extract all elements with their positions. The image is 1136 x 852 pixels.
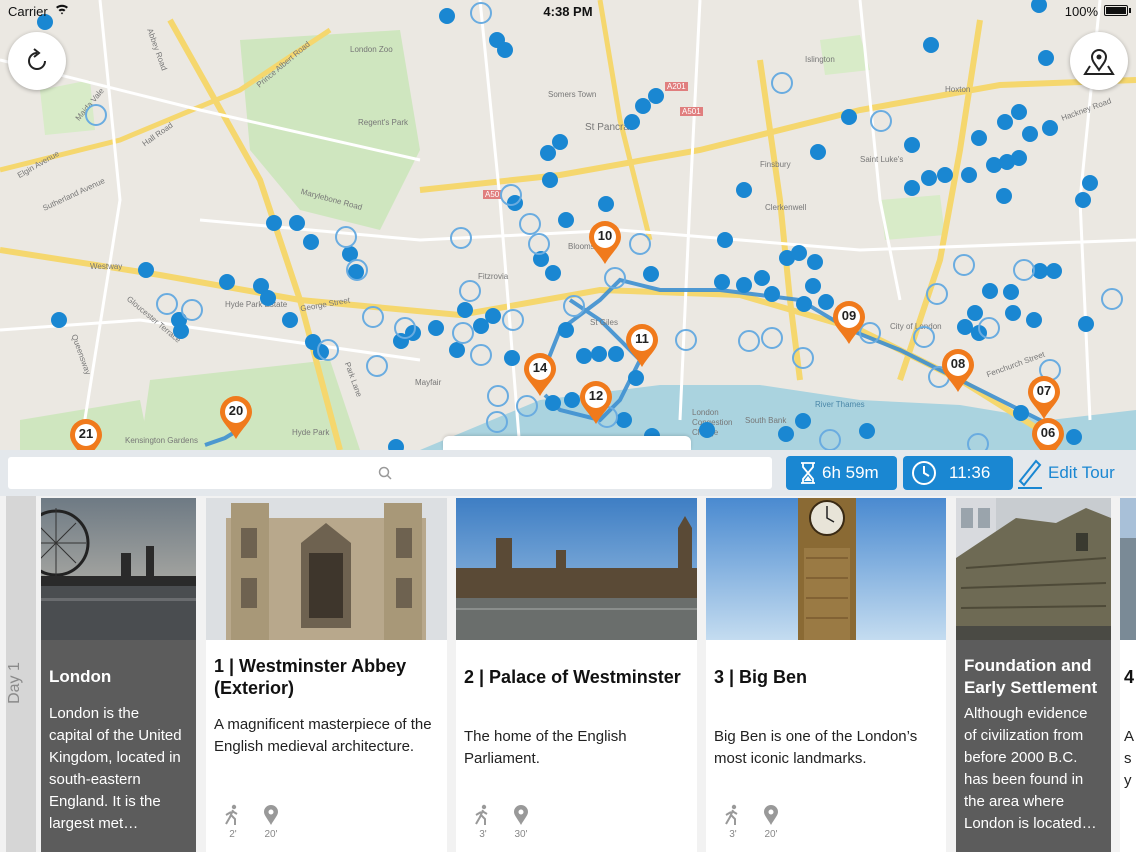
card-description: Although evidence of civilization from b… xyxy=(964,705,1097,832)
location-pin-icon xyxy=(764,805,778,825)
pin-number: 07 xyxy=(1036,383,1052,398)
tour-card-next[interactable]: 4 A sy xyxy=(1120,498,1136,852)
card-title: Foundation and Early Settlement xyxy=(964,656,1098,697)
walk-icon xyxy=(725,804,738,825)
battery-icon xyxy=(1104,5,1128,16)
duration-button[interactable]: 6h 59m xyxy=(786,456,897,490)
walk-icon xyxy=(225,804,238,825)
map-pin-icon xyxy=(1083,49,1115,75)
pin-number: 21 xyxy=(78,426,94,441)
tour-card-london[interactable]: London London is the capital of the Unit… xyxy=(41,498,196,852)
pin-number: 08 xyxy=(950,356,966,371)
card-description: Big Ben is one of the London’s most icon… xyxy=(714,728,918,767)
walk-time: 2' xyxy=(229,829,237,840)
pin-number: 12 xyxy=(588,388,604,403)
day-label: Day 1 xyxy=(5,662,23,704)
tour-pin[interactable]: 07 xyxy=(1025,375,1063,421)
status-bar: Carrier 4:38 PM 100% xyxy=(0,0,1136,22)
start-time-label: 11:36 xyxy=(949,463,991,482)
tour-card-westminster-abbey[interactable]: 1 | Westminster Abbey (Exterior) A magni… xyxy=(206,498,447,852)
edit-tour-label: Edit Tour xyxy=(1048,463,1115,482)
pin-number: 09 xyxy=(841,308,857,323)
tour-card-palace-of-westminster[interactable]: 2 | Palace of Westminster The home of th… xyxy=(456,498,697,852)
card-photo xyxy=(956,498,1111,640)
clock-icon xyxy=(912,461,936,485)
card-title: London xyxy=(49,667,112,686)
battery-percent: 100% xyxy=(1064,4,1098,19)
location-pin-icon xyxy=(264,805,278,825)
start-time-button[interactable]: 11:36 xyxy=(903,456,1013,490)
visit-time: 30' xyxy=(514,829,528,840)
search-input[interactable] xyxy=(8,457,772,489)
tour-pin[interactable]: 08 xyxy=(939,348,977,394)
tour-cards[interactable]: Day 1 London London is the capital of th… xyxy=(0,496,1136,852)
card-description: A sy xyxy=(1124,728,1134,789)
tour-card-foundation[interactable]: Foundation and Early Settlement Although… xyxy=(956,498,1111,852)
search-icon xyxy=(378,466,392,480)
clock-time: 4:38 PM xyxy=(543,4,593,19)
tour-pin[interactable]: 21 xyxy=(67,418,105,450)
rotate-icon xyxy=(28,48,46,70)
rotate-button[interactable] xyxy=(8,32,66,90)
tour-pin[interactable]: 14 xyxy=(521,352,559,398)
locate-button[interactable] xyxy=(1070,32,1128,90)
walk-icon xyxy=(475,804,488,825)
card-title: 2 | Palace of Westminster xyxy=(464,667,681,687)
card-description: A magnificent masterpiece of the English… xyxy=(214,716,432,755)
tour-pin[interactable]: 11 xyxy=(623,323,661,369)
walk-time: 3' xyxy=(729,829,737,840)
card-title: 4 xyxy=(1124,667,1135,687)
tour-toolbar: 6h 59m 11:36 Edit Tour xyxy=(0,450,1136,496)
tour-card-big-ben[interactable]: 3 | Big Ben Big Ben is one of the London… xyxy=(706,498,946,852)
tour-pin[interactable]: 06 xyxy=(1029,417,1067,450)
edit-tour-button[interactable]: Edit Tour xyxy=(1016,456,1115,490)
pin-number: 06 xyxy=(1040,425,1056,440)
map-view[interactable]: Abbey Road Prince Albert Road London Zoo… xyxy=(0,0,1136,450)
card-photo xyxy=(1120,498,1136,640)
card-description: London is the capital of the United King… xyxy=(49,705,182,832)
card-photo xyxy=(706,498,946,640)
pencil-icon xyxy=(1018,459,1042,489)
pin-number: 20 xyxy=(228,403,244,418)
pin-number: 10 xyxy=(597,228,613,243)
tour-pin[interactable]: 09 xyxy=(830,300,868,346)
map-handle[interactable] xyxy=(443,436,691,450)
card-photo xyxy=(41,498,196,640)
card-title: 1 | Westminster Abbey (Exterior) xyxy=(214,656,407,698)
tour-pin[interactable]: 12 xyxy=(577,380,615,426)
location-pin-icon xyxy=(514,805,528,825)
card-description: The home of the English Parliament. xyxy=(464,728,627,767)
visit-time: 20' xyxy=(264,829,278,840)
pin-number: 14 xyxy=(532,360,548,375)
card-photo xyxy=(206,498,447,640)
duration-label: 6h 59m xyxy=(822,463,879,482)
hourglass-icon xyxy=(801,462,815,484)
visit-time: 20' xyxy=(764,829,778,840)
day-tab[interactable]: Day 1 xyxy=(6,496,36,852)
pin-number: 11 xyxy=(635,331,649,346)
tour-pin[interactable]: 10 xyxy=(586,220,624,266)
walk-time: 3' xyxy=(479,829,487,840)
tour-pin[interactable]: 20 xyxy=(217,395,255,441)
card-photo xyxy=(456,498,697,640)
card-title: 3 | Big Ben xyxy=(714,667,808,687)
